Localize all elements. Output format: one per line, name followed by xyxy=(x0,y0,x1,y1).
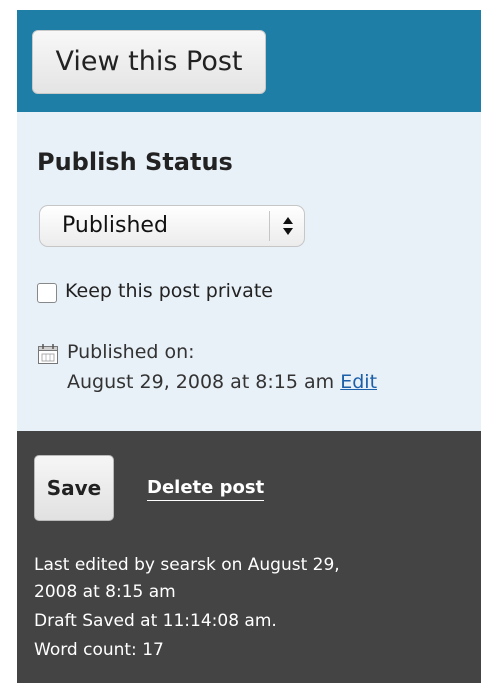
calendar-icon xyxy=(38,344,58,364)
header-bar: View this Post xyxy=(17,10,481,112)
publish-panel: View this Post Publish Status Published … xyxy=(17,10,481,683)
keep-private-label: Keep this post private xyxy=(65,280,273,302)
word-count-text: Word count: 17 xyxy=(34,640,164,660)
publish-status-title: Publish Status xyxy=(37,148,233,176)
save-button[interactable]: Save xyxy=(34,455,114,521)
keep-private-checkbox[interactable] xyxy=(37,283,57,303)
last-edited-line-2: 2008 at 8:15 am xyxy=(34,582,176,602)
status-select-value: Published xyxy=(62,213,168,238)
delete-post-link[interactable]: Delete post xyxy=(147,477,265,501)
select-arrows-icon xyxy=(283,217,293,235)
published-date-line: August 29, 2008 at 8:15 am Edit xyxy=(67,371,377,393)
published-date: August 29, 2008 at 8:15 am xyxy=(67,371,335,393)
publish-status-section: Publish Status Published Keep this post … xyxy=(17,112,481,431)
draft-saved-text: Draft Saved at 11:14:08 am. xyxy=(34,611,277,631)
select-divider xyxy=(269,211,270,241)
actions-section: Save Delete post Last edited by searsk o… xyxy=(17,431,481,683)
view-post-button[interactable]: View this Post xyxy=(32,30,266,94)
status-select[interactable]: Published xyxy=(39,205,305,247)
edit-date-link[interactable]: Edit xyxy=(340,371,377,393)
published-on-label: Published on: xyxy=(67,341,195,363)
last-edited-line-1: Last edited by searsk on August 29, xyxy=(34,555,340,575)
